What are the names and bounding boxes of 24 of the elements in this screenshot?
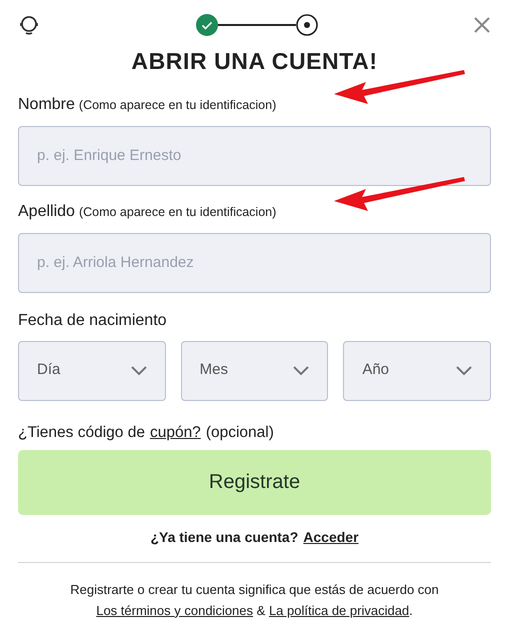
field-label: Apellido xyxy=(18,202,75,222)
dropdown-select[interactable]: Año xyxy=(343,340,491,400)
field-hint: (Como aparece en tu identificacion) xyxy=(78,96,276,114)
chevron-down-icon xyxy=(456,366,472,376)
dropdown-select[interactable]: Día xyxy=(18,340,166,400)
close-icon[interactable] xyxy=(473,16,491,34)
coupon-link[interactable]: cupón? xyxy=(150,420,201,444)
support-chat-icon[interactable] xyxy=(18,14,40,36)
page-title: ABRIR UNA CUENTA! xyxy=(130,47,379,76)
text-field[interactable]: p. ej. Arriola Hernandez xyxy=(18,232,491,292)
login-prompt: ¿Ya tiene una cuenta? xyxy=(150,528,298,547)
terms-notice: Registrarte o crear tu cuenta significa que estás de acuerdo con Los términos y condiciones & La política de privacidad. xyxy=(69,580,440,620)
field-label: Nombre xyxy=(18,94,75,114)
field-label: Fecha de nacimiento xyxy=(18,312,167,328)
field-hint: (Como aparece en tu identificacion) xyxy=(78,204,276,221)
chevron-down-icon xyxy=(293,366,310,376)
chevron-down-icon xyxy=(130,366,147,376)
terms-link[interactable]: Los términos y condiciones xyxy=(96,602,254,618)
coupon-prompt: ¿Tienes código de xyxy=(18,422,145,442)
dropdown-select[interactable]: Mes xyxy=(180,340,328,400)
login-link[interactable]: Acceder xyxy=(303,526,359,548)
privacy-link[interactable]: La política de privacidad xyxy=(268,602,410,618)
text-field[interactable]: p. ej. Enrique Ernesto xyxy=(18,126,491,186)
optional-note: (opcional) xyxy=(206,422,274,442)
